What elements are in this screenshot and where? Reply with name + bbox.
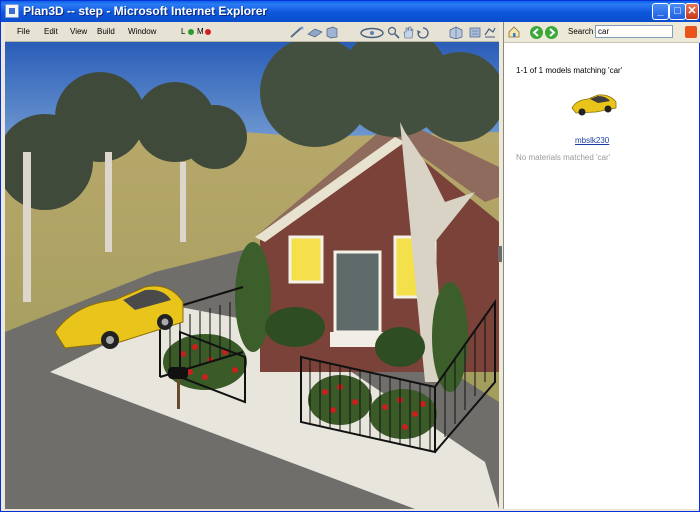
wall-icon[interactable] — [325, 26, 339, 39]
hedge — [265, 307, 325, 347]
front-door — [333, 250, 382, 334]
arrow-right-icon — [549, 28, 556, 37]
model-thumbnail[interactable] — [568, 90, 620, 118]
menu-view[interactable]: View — [70, 27, 87, 36]
pan-hand-icon[interactable] — [402, 26, 414, 39]
search-label: Search — [568, 27, 594, 36]
hedge-right — [375, 327, 425, 367]
library-icon[interactable] — [468, 26, 482, 39]
home-icon[interactable] — [507, 25, 521, 39]
l-status-dot — [188, 29, 194, 35]
arrow-left-icon — [532, 28, 539, 37]
wand-icon[interactable] — [289, 26, 305, 39]
export-icon[interactable] — [483, 26, 497, 39]
model-search-panel: Search 1-1 of 1 models matching 'car' mb… — [503, 22, 700, 509]
forward-button[interactable] — [545, 26, 558, 39]
close-button[interactable]: ✕ — [685, 3, 699, 20]
minimize-button[interactable]: _ — [652, 3, 669, 20]
title-bar: Plan3D -- step - Microsoft Internet Expl… — [1, 1, 699, 22]
back-button[interactable] — [530, 26, 543, 39]
3d-viewport[interactable] — [5, 42, 499, 509]
arched-window — [288, 235, 324, 284]
floor-icon[interactable] — [307, 26, 323, 39]
rotate-icon[interactable] — [416, 26, 430, 39]
app-menubar: File Edit View Build Window L M — [5, 22, 499, 42]
search-go-button[interactable] — [685, 26, 697, 38]
browser-window: Plan3D -- step - Microsoft Internet Expl… — [0, 0, 700, 512]
maximize-button[interactable]: □ — [669, 3, 686, 20]
m-status-dot — [205, 29, 211, 35]
menu-edit[interactable]: Edit — [44, 27, 58, 36]
plan3d-app: File Edit View Build Window L M — [5, 22, 499, 509]
menu-build[interactable]: Build — [97, 27, 115, 36]
menu-file[interactable]: File — [17, 27, 30, 36]
conifer-shrub-left — [235, 242, 271, 352]
window-title: Plan3D -- step - Microsoft Internet Expl… — [23, 4, 268, 18]
zoom-icon[interactable] — [387, 26, 400, 39]
conifer-shrub-right — [432, 282, 468, 392]
panel-toolbar: Search — [504, 22, 700, 43]
search-input[interactable] — [595, 25, 673, 38]
l-indicator-label: L — [181, 27, 186, 36]
panel-divider-handle[interactable] — [498, 246, 502, 262]
rendered-house-scene — [5, 42, 499, 509]
no-materials-message: No materials matched 'car' — [516, 153, 611, 162]
ie-page-icon — [5, 4, 19, 18]
result-count: 1-1 of 1 models matching 'car' — [516, 66, 623, 75]
catalog-icon[interactable] — [448, 26, 464, 39]
tree-canopy-right — [260, 42, 499, 147]
model-link[interactable]: mbslk230 — [575, 136, 609, 145]
menu-window[interactable]: Window — [128, 27, 156, 36]
m-indicator-label: M — [197, 27, 204, 36]
orbit-icon[interactable] — [359, 26, 385, 39]
